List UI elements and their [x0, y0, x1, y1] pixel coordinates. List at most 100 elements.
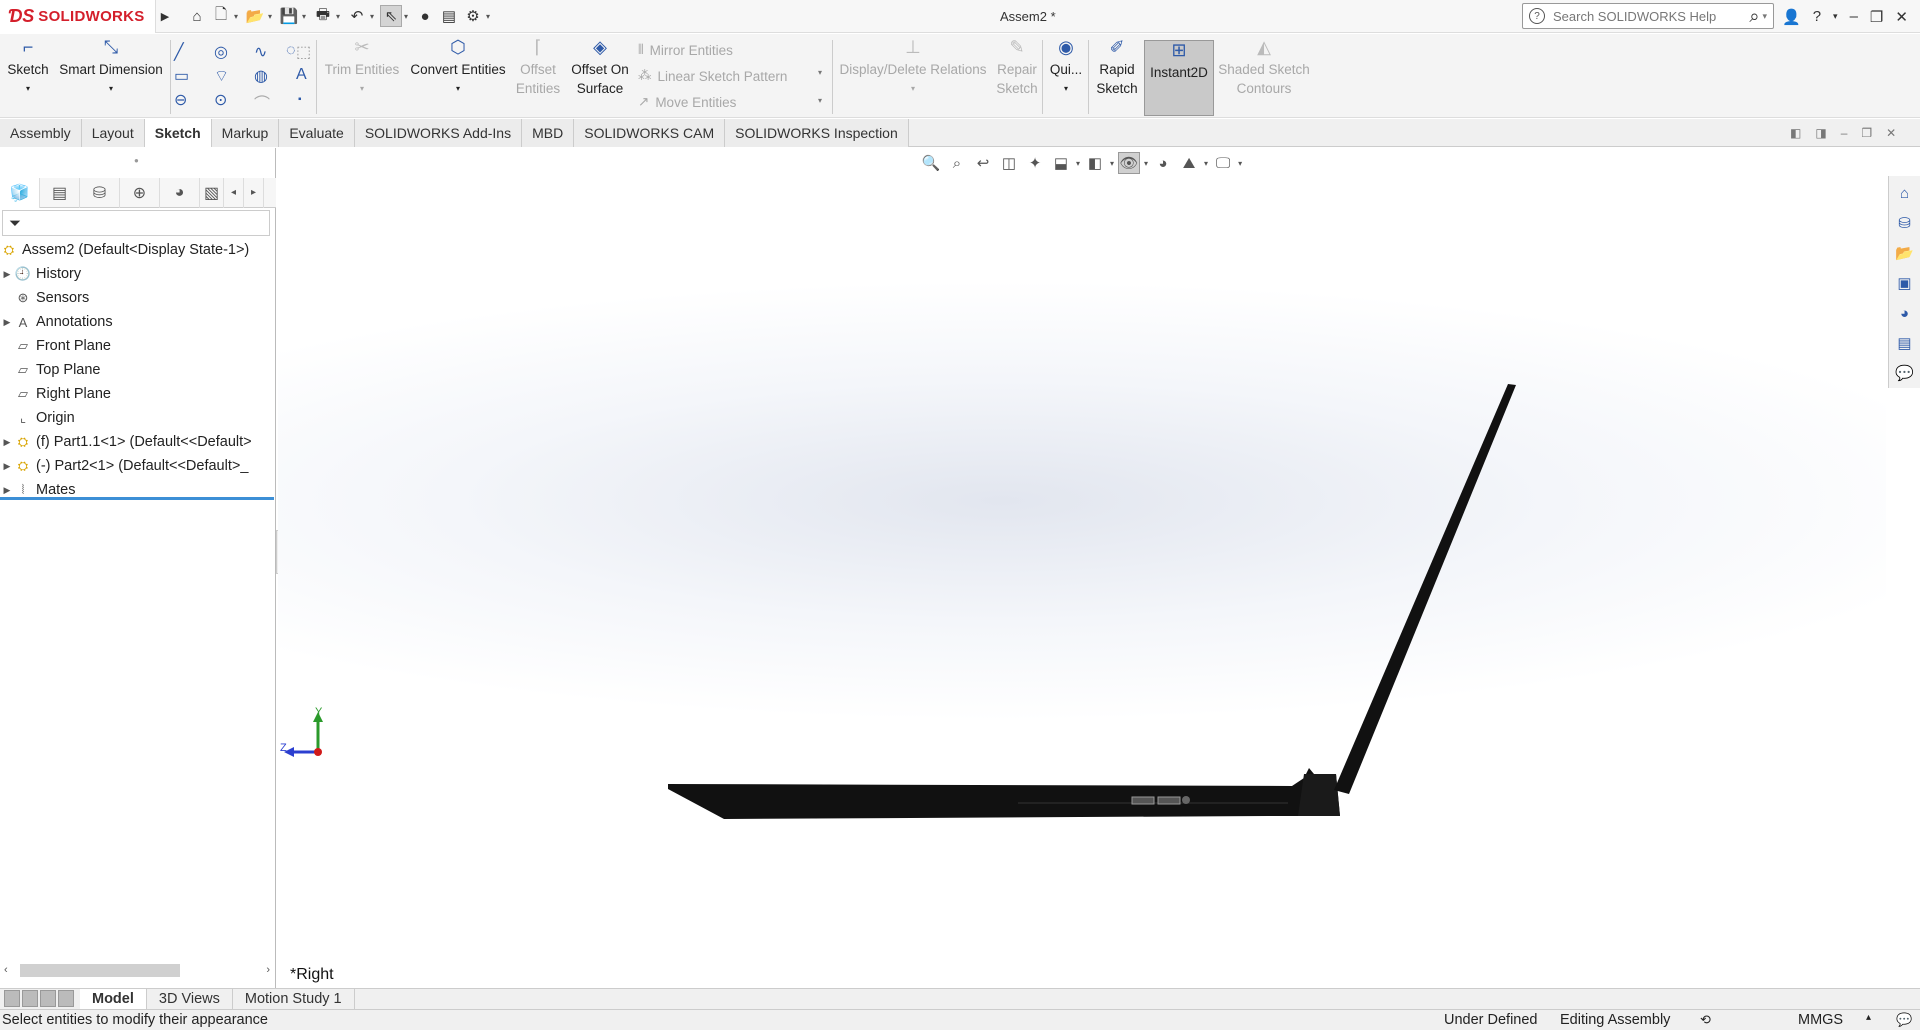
- expand-arrow-icon[interactable]: ▶: [0, 269, 14, 280]
- next-tab-icon[interactable]: [40, 989, 56, 1007]
- home-icon[interactable]: ⌂: [186, 5, 208, 27]
- viewport-close-icon[interactable]: ✕: [1886, 126, 1896, 140]
- chevron-down-icon[interactable]: ▾: [1144, 159, 1148, 168]
- fillet-icon[interactable]: ◍: [254, 66, 268, 86]
- last-tab-icon[interactable]: [58, 989, 74, 1007]
- chevron-down-icon[interactable]: ▾: [818, 68, 822, 77]
- restore-icon[interactable]: ❐: [1870, 8, 1883, 26]
- tooltip-icon[interactable]: 💬: [1896, 1012, 1912, 1028]
- sketch-button[interactable]: ⌐ Sketch ▾: [6, 38, 50, 98]
- spline-icon[interactable]: ∿: [254, 42, 267, 62]
- tree-node[interactable]: ▱ Top Plane: [0, 358, 276, 382]
- tree-node[interactable]: ▶ 🕘 History: [0, 262, 276, 286]
- appearances-scenes-icon[interactable]: ◕: [1892, 300, 1918, 326]
- chevron-down-icon[interactable]: ▾: [109, 79, 113, 98]
- chevron-down-icon[interactable]: ▾: [234, 12, 242, 21]
- chevron-down-icon[interactable]: ▾: [26, 79, 30, 98]
- quick-snaps-button[interactable]: ◉ Qui... ▾: [1048, 38, 1084, 98]
- configuration-manager-tab-icon[interactable]: ⛁: [80, 177, 120, 208]
- tree-node[interactable]: ▶ ⛭ (-) Part2<1> (Default<<Default>_: [0, 454, 276, 478]
- chevron-down-icon[interactable]: ▾: [302, 12, 310, 21]
- tree-node[interactable]: ⌞ Origin: [0, 406, 276, 430]
- edit-appearance-icon[interactable]: ◕: [1152, 152, 1174, 174]
- rebuild-icon[interactable]: ⟲: [1700, 1012, 1711, 1028]
- zoom-to-fit-icon[interactable]: 🔍: [920, 152, 942, 174]
- scroll-left-icon[interactable]: ‹: [4, 964, 8, 976]
- line-icon[interactable]: ╱: [174, 42, 184, 62]
- smart-dimension-button[interactable]: ⤡ Smart Dimension ▾: [56, 38, 166, 98]
- first-tab-icon[interactable]: [4, 989, 20, 1007]
- tab-assembly[interactable]: Assembly: [0, 119, 82, 147]
- chevron-down-icon[interactable]: ▾: [1762, 11, 1767, 22]
- tree-node[interactable]: ⊛ Sensors: [0, 286, 276, 310]
- tab-mbd[interactable]: MBD: [522, 119, 575, 147]
- feature-manager-tab-icon[interactable]: 🧊: [0, 177, 40, 208]
- convert-entities-button[interactable]: ⬡ Convert Entities ▾: [408, 38, 508, 98]
- polygon-icon[interactable]: ⌔: [214, 66, 229, 86]
- instant2d-button[interactable]: ⊞ Instant2D: [1144, 40, 1214, 116]
- tree-root[interactable]: ⛭ Assem2 (Default<Display State-1>): [0, 238, 276, 262]
- chevron-down-icon[interactable]: ▾: [1204, 159, 1208, 168]
- chevron-down-icon[interactable]: ▾: [486, 12, 494, 21]
- tree-filter-field[interactable]: ⏷: [2, 210, 270, 236]
- point-icon[interactable]: ▪: [298, 94, 302, 105]
- custom-properties-icon[interactable]: ▤: [1892, 330, 1918, 356]
- construction-geometry-icon[interactable]: ⬚: [296, 42, 311, 62]
- bottom-tab-model[interactable]: Model: [80, 988, 147, 1010]
- offset-entities-button[interactable]: ⌈ Offset Entities: [514, 38, 562, 98]
- panel-collapse-dot-icon[interactable]: ●: [134, 156, 139, 165]
- chevron-down-icon[interactable]: ▾: [1833, 11, 1838, 22]
- section-view-icon[interactable]: ◫: [998, 152, 1020, 174]
- expand-arrow-icon[interactable]: ▶: [0, 461, 14, 472]
- minimize-icon[interactable]: –: [1850, 8, 1858, 25]
- chevron-down-icon[interactable]: ▾: [1238, 159, 1242, 168]
- tab-markup[interactable]: Markup: [211, 119, 280, 147]
- print-icon[interactable]: 🖶: [312, 5, 334, 27]
- tab-sketch[interactable]: Sketch: [144, 119, 212, 147]
- gear-icon[interactable]: ⚙: [462, 5, 484, 27]
- file-explorer-icon[interactable]: 📂: [1892, 240, 1918, 266]
- chevron-down-icon[interactable]: ▾: [404, 12, 412, 21]
- display-delete-relations-button[interactable]: ⊥ Display/Delete Relations ▾: [838, 38, 988, 98]
- chevron-down-icon[interactable]: ▾: [268, 12, 276, 21]
- tab-solidworks-cam[interactable]: SOLIDWORKS CAM: [574, 119, 726, 147]
- solidworks-logo[interactable]: ƊS SOLIDWORKS: [0, 0, 156, 33]
- chevron-down-icon[interactable]: ▾: [456, 79, 460, 98]
- user-icon[interactable]: 👤: [1782, 8, 1801, 26]
- ellipse-icon[interactable]: ⊙: [214, 90, 227, 110]
- view-settings-icon[interactable]: 🖵: [1212, 152, 1234, 174]
- center-arc-icon[interactable]: ◌: [286, 42, 296, 60]
- trim-entities-button[interactable]: ✂ Trim Entities ▾: [322, 38, 402, 98]
- chevron-down-icon[interactable]: ▾: [1076, 159, 1080, 168]
- search-input[interactable]: Search SOLIDWORKS Help: [1553, 9, 1716, 24]
- rectangle-icon[interactable]: ▭: [174, 66, 189, 86]
- text-icon[interactable]: A: [296, 66, 307, 84]
- expand-arrow-icon[interactable]: ▶: [0, 437, 14, 448]
- scrollbar-thumb[interactable]: [20, 964, 180, 977]
- graphics-area[interactable]: Y Z: [278, 148, 1886, 988]
- tab-evaluate[interactable]: Evaluate: [279, 119, 355, 147]
- help-search-box[interactable]: ? Search SOLIDWORKS Help ⌕ ▾: [1522, 3, 1774, 29]
- tree-node[interactable]: ▱ Front Plane: [0, 334, 276, 358]
- prev-tab-icon[interactable]: [22, 989, 38, 1007]
- move-entities-button[interactable]: ↗ Move Entities: [638, 94, 736, 110]
- viewport-restore-icon[interactable]: ❐: [1861, 126, 1872, 140]
- undo-icon[interactable]: ↶: [346, 5, 368, 27]
- chamfer-icon[interactable]: ⌒: [254, 90, 270, 114]
- solidworks-resources-icon[interactable]: ⌂: [1892, 180, 1918, 206]
- file-properties-icon[interactable]: ▤: [438, 5, 460, 27]
- display-style-icon[interactable]: ◧: [1084, 152, 1106, 174]
- tile-right-icon[interactable]: ◨: [1815, 126, 1826, 140]
- design-library-icon[interactable]: ⛁: [1892, 210, 1918, 236]
- tree-node[interactable]: ▶ A Annotations: [0, 310, 276, 334]
- tab-solidworks-inspection[interactable]: SOLIDWORKS Inspection: [725, 119, 909, 147]
- bottom-tab-3d-views[interactable]: 3D Views: [147, 988, 233, 1010]
- bottom-tab-motion-study-1[interactable]: Motion Study 1: [233, 988, 355, 1010]
- shaded-sketch-contours-button[interactable]: ◭ Shaded Sketch Contours: [1218, 38, 1310, 98]
- circle-icon[interactable]: ◎: [214, 42, 228, 62]
- chevron-down-icon[interactable]: ▾: [370, 12, 378, 21]
- scroll-right-icon[interactable]: ›: [266, 964, 270, 976]
- search-icon[interactable]: ⌕: [1749, 6, 1759, 27]
- zoom-to-area-icon[interactable]: ⌕: [946, 152, 968, 174]
- laptop-base[interactable]: [668, 768, 1340, 819]
